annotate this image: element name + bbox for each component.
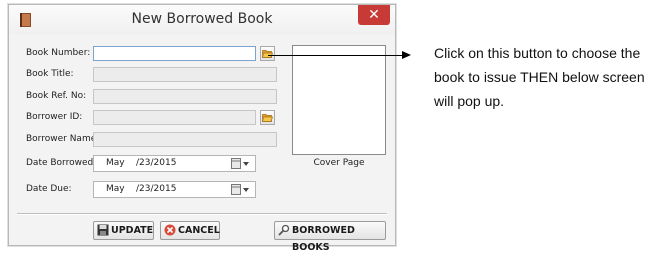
date-due-picker[interactable]: May /23/2015: [93, 181, 256, 198]
choose-book-button[interactable]: [260, 46, 275, 61]
calendar-dropdown-icon[interactable]: [231, 158, 251, 169]
cancel-icon: [164, 224, 176, 236]
choose-borrower-button[interactable]: [260, 110, 275, 125]
button-separator: [17, 213, 387, 215]
borrowed-books-button[interactable]: BORROWED BOOKS: [274, 221, 386, 253]
date-due-day-year: /23/2015: [136, 184, 177, 194]
book-ref-field[interactable]: [93, 89, 277, 104]
update-label: UPDATE: [111, 225, 154, 236]
folder-open-icon: [262, 114, 273, 122]
date-borrowed-day-year: /23/2015: [136, 158, 177, 168]
window-title: New Borrowed Book: [131, 11, 273, 27]
cover-page-label: Cover Page: [313, 158, 365, 168]
cancel-label: CANCEL: [178, 225, 220, 236]
book-number-field[interactable]: [93, 46, 256, 61]
title-bar: New Borrowed Book ✕: [9, 5, 395, 34]
borrower-id-label: Borrower ID:: [26, 112, 83, 122]
update-button[interactable]: UPDATE: [93, 221, 154, 240]
cover-page-image: [292, 45, 386, 155]
borrower-id-field[interactable]: [93, 110, 256, 125]
book-title-field[interactable]: [93, 67, 277, 82]
date-due-label: Date Due:: [26, 184, 72, 194]
annotation-note: Click on this button to choose the book …: [434, 45, 645, 109]
cancel-button[interactable]: CANCEL: [160, 221, 220, 240]
new-borrowed-book-dialog: New Borrowed Book ✕ Book Number: Book Ti…: [8, 4, 396, 253]
borrower-name-field[interactable]: [93, 132, 277, 147]
save-icon: [97, 224, 109, 236]
date-due-month: May: [106, 184, 125, 194]
calendar-dropdown-icon[interactable]: [231, 184, 251, 195]
borrower-name-label: Borrower Name:: [26, 134, 100, 144]
date-borrowed-label: Date Borrowed:: [26, 158, 97, 168]
book-ref-label: Book Ref. No:: [26, 91, 87, 101]
book-number-label: Book Number:: [26, 48, 91, 58]
close-button[interactable]: ✕: [358, 5, 390, 25]
annotation-arrow-line: [268, 55, 404, 56]
date-borrowed-month: May: [106, 158, 125, 168]
book-title-label: Book Title:: [26, 69, 74, 79]
annotation-arrow-head: [402, 51, 411, 59]
borrowed-books-label: BORROWED BOOKS: [292, 225, 355, 253]
folder-open-icon: [262, 50, 273, 58]
date-borrowed-picker[interactable]: May /23/2015: [93, 155, 256, 172]
search-icon: [278, 224, 290, 236]
